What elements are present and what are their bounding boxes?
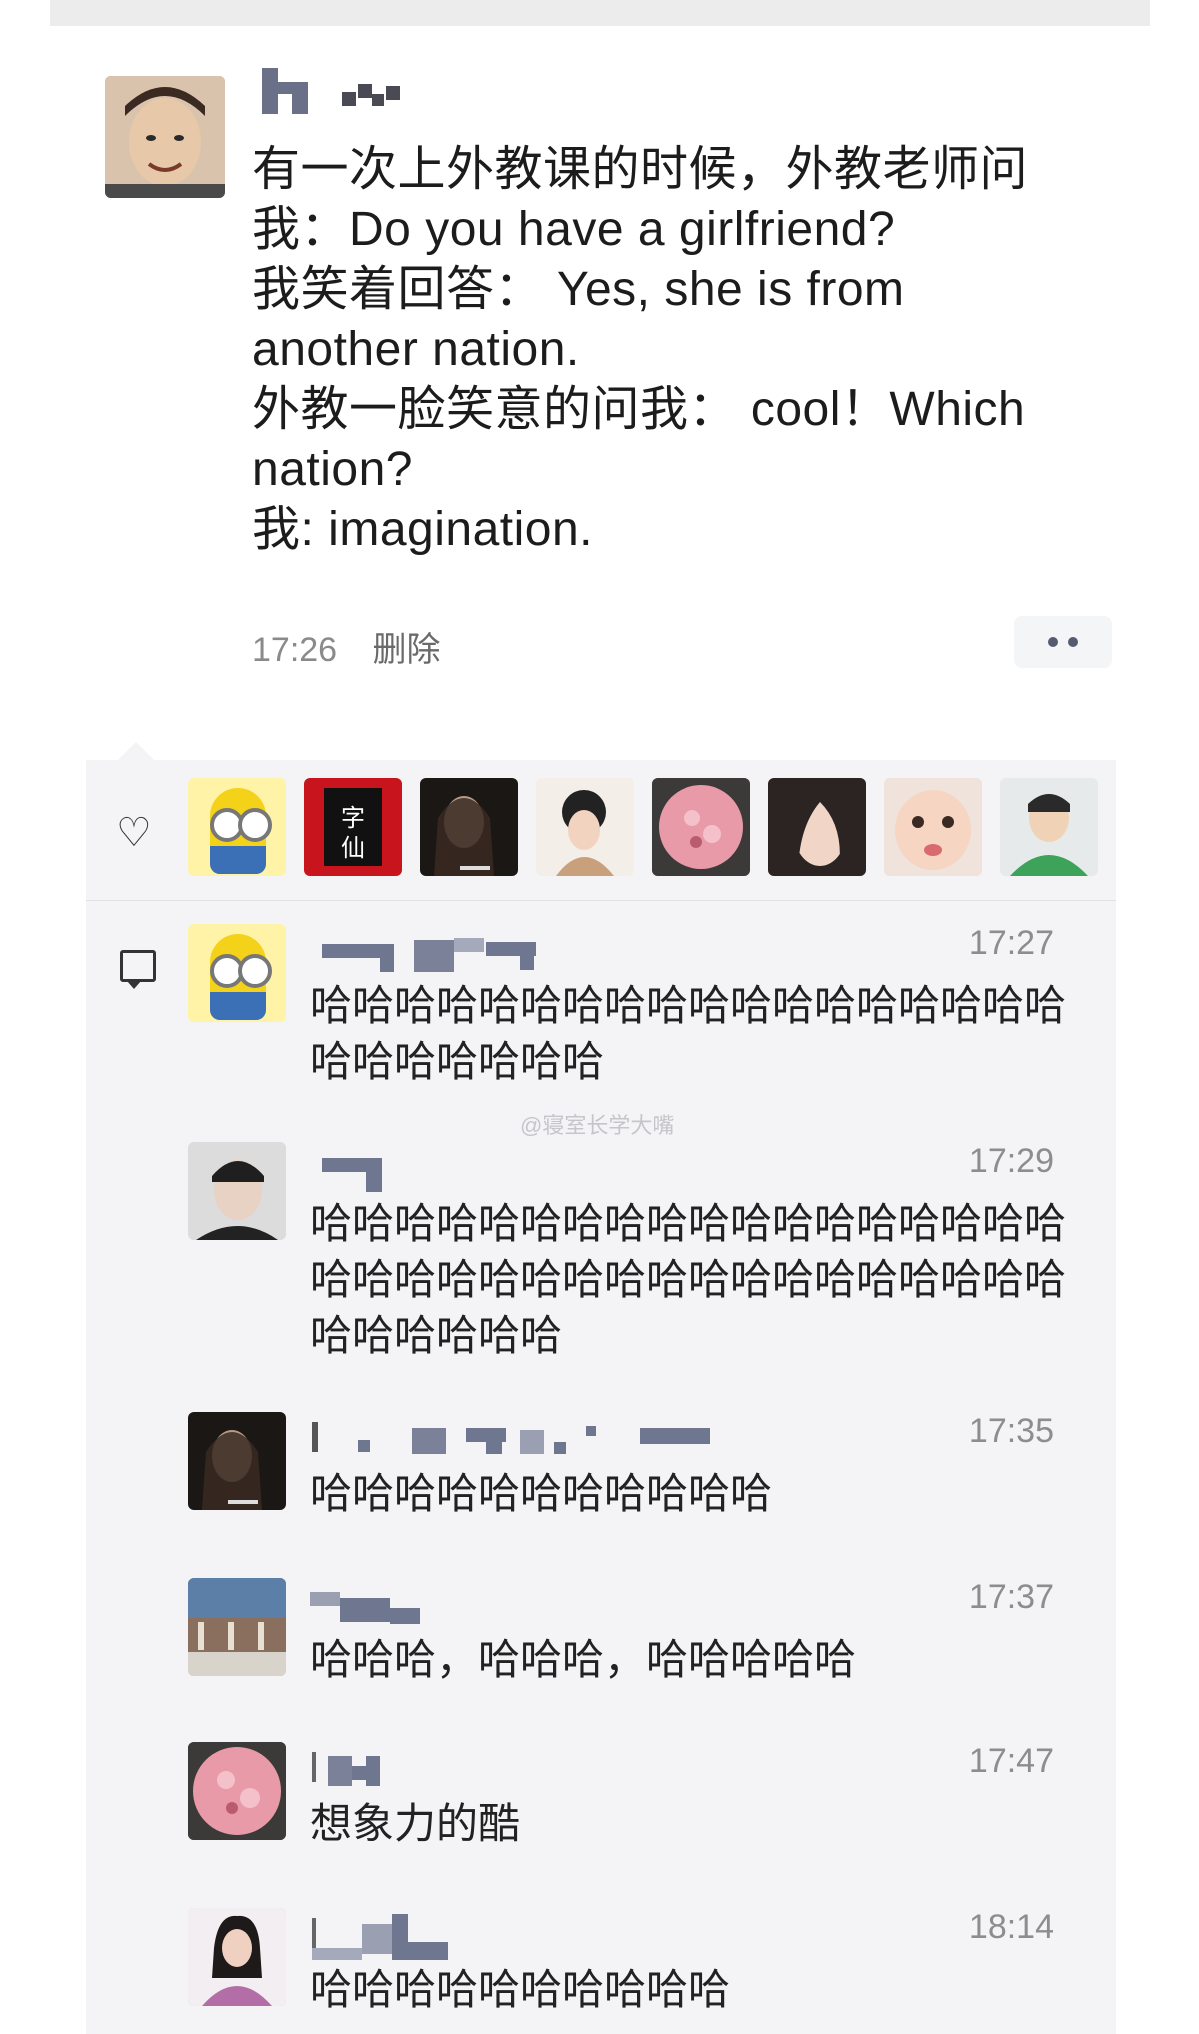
commenter-name-pixelated[interactable] bbox=[310, 1584, 710, 1624]
post-line: 我: imagination. bbox=[252, 503, 593, 556]
post-body: 有一次上外教课的时候，外教老师问 我：Do you have a girlfri… bbox=[252, 140, 1092, 560]
likes-avatar-row: 字仙 bbox=[188, 778, 1108, 878]
comment-time: 17:37 bbox=[968, 1578, 1054, 1616]
liker-avatar-dark-portrait[interactable] bbox=[420, 778, 518, 876]
liker-avatar-flower[interactable] bbox=[652, 778, 750, 876]
comment-time: 18:14 bbox=[968, 1908, 1054, 1946]
comment-item[interactable]: 17:29 哈哈哈哈哈哈哈哈哈哈哈哈哈哈哈哈哈哈哈哈哈哈哈哈哈哈哈哈哈哈哈哈哈哈… bbox=[188, 1142, 1088, 1362]
svg-text:仙: 仙 bbox=[341, 834, 365, 862]
comment-item[interactable]: 17:35 哈哈哈哈哈哈哈哈哈哈哈 bbox=[188, 1412, 1088, 1532]
post-time: 17:26 bbox=[252, 631, 338, 669]
post-line: 我：Do you have a girlfriend? bbox=[252, 203, 896, 256]
top-divider-strip bbox=[50, 0, 1150, 26]
post-line: 我笑着回答： Yes, she is from bbox=[252, 263, 905, 316]
liker-avatar-woman[interactable] bbox=[768, 778, 866, 876]
liker-avatar-red-calligraphy[interactable]: 字仙 bbox=[304, 778, 402, 876]
commenter-avatar[interactable] bbox=[188, 1412, 286, 1510]
comment-text: 哈哈哈哈哈哈哈哈哈哈哈哈哈哈哈哈哈哈哈哈哈哈哈哈哈哈哈哈哈哈哈哈哈哈哈哈哈哈哈哈… bbox=[310, 1200, 1067, 1359]
comment-icon bbox=[120, 950, 156, 989]
watermark: @寝室长学大嘴 bbox=[520, 1113, 675, 1138]
post-author-name-pixelated[interactable] bbox=[262, 68, 422, 114]
post-line: 外教一脸笑意的问我： cool！Which bbox=[252, 383, 1026, 436]
comment-time: 17:35 bbox=[968, 1412, 1054, 1450]
comment-item[interactable]: 17:27 哈哈哈哈哈哈哈哈哈哈哈哈哈哈哈哈哈哈哈哈哈哈哈哈哈 bbox=[188, 924, 1088, 1094]
delete-link[interactable]: 删除 bbox=[373, 631, 441, 669]
commenter-name-pixelated[interactable] bbox=[310, 930, 710, 972]
commenter-avatar[interactable] bbox=[188, 924, 286, 1022]
panel-pointer bbox=[118, 742, 154, 760]
post-line: another nation. bbox=[252, 323, 580, 376]
commenter-name-pixelated[interactable] bbox=[310, 1914, 710, 1960]
commenter-name-pixelated[interactable] bbox=[310, 1148, 710, 1192]
liker-avatar-illustration[interactable] bbox=[536, 778, 634, 876]
dot-icon bbox=[1068, 637, 1078, 647]
commenter-avatar[interactable] bbox=[188, 1742, 286, 1840]
comment-text: 哈哈哈哈哈哈哈哈哈哈 bbox=[310, 1966, 731, 2013]
svg-text:字: 字 bbox=[341, 804, 365, 832]
comment-text: 哈哈哈，哈哈哈，哈哈哈哈哈 bbox=[310, 1636, 857, 1683]
post-line: nation? bbox=[252, 443, 413, 496]
likes-comments-divider bbox=[86, 900, 1116, 901]
comment-text: 哈哈哈哈哈哈哈哈哈哈哈 bbox=[310, 1470, 773, 1517]
comment-time: 17:29 bbox=[968, 1142, 1054, 1180]
commenter-name-pixelated[interactable] bbox=[310, 1418, 710, 1458]
liker-avatar-minion[interactable] bbox=[188, 778, 286, 876]
comment-item[interactable]: 17:37 哈哈哈，哈哈哈，哈哈哈哈哈 bbox=[188, 1578, 1088, 1698]
post-line: 有一次上外教课的时候，外教老师问 bbox=[252, 143, 1029, 196]
comment-item[interactable]: 18:14 哈哈哈哈哈哈哈哈哈哈 bbox=[188, 1908, 1088, 2028]
comment-item[interactable]: 17:47 想象力的酷 bbox=[188, 1742, 1088, 1862]
comment-time: 17:27 bbox=[968, 924, 1054, 962]
post-author-avatar[interactable] bbox=[105, 76, 225, 198]
comment-time: 17:47 bbox=[968, 1742, 1054, 1780]
liker-avatar-man-green[interactable] bbox=[1000, 778, 1098, 876]
commenter-avatar[interactable] bbox=[188, 1908, 286, 2006]
heart-icon: ♡ bbox=[116, 811, 152, 855]
post-meta: 17:26 删除 bbox=[252, 622, 467, 671]
dot-icon bbox=[1048, 637, 1058, 647]
commenter-name-pixelated[interactable] bbox=[310, 1748, 710, 1788]
commenter-avatar[interactable] bbox=[188, 1142, 286, 1240]
comment-text: 哈哈哈哈哈哈哈哈哈哈哈哈哈哈哈哈哈哈哈哈哈哈哈哈哈 bbox=[310, 982, 1067, 1085]
comment-text: 想象力的酷 bbox=[310, 1800, 521, 1847]
liker-avatar-baby[interactable] bbox=[884, 778, 982, 876]
commenter-avatar[interactable] bbox=[188, 1578, 286, 1676]
more-options-button[interactable] bbox=[1014, 616, 1112, 668]
